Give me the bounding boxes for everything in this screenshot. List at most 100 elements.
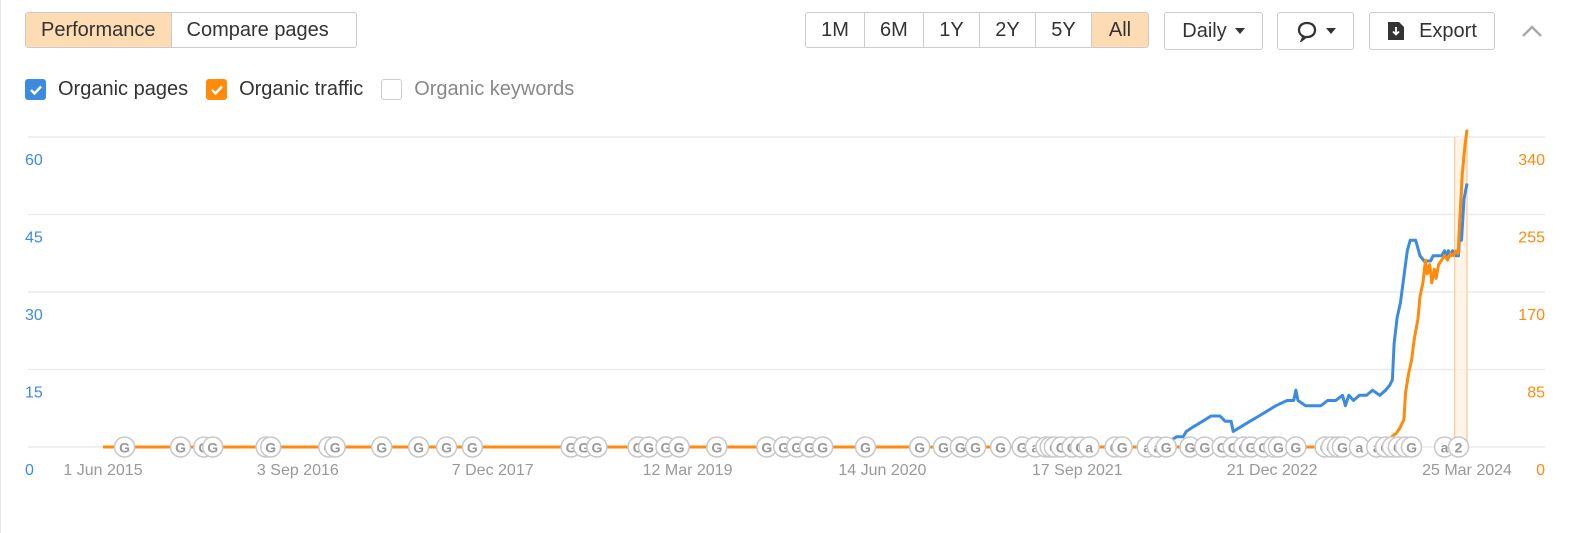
annotation-marker: G bbox=[324, 436, 346, 458]
marker-label: G bbox=[376, 440, 387, 456]
marker-circle bbox=[1061, 436, 1083, 458]
marker-circle bbox=[1331, 436, 1354, 458]
marker-circle bbox=[786, 436, 808, 458]
annotation-marker: G bbox=[798, 436, 821, 458]
chevron-up-icon[interactable] bbox=[1520, 20, 1544, 40]
annotation-marker: G bbox=[461, 436, 484, 458]
marker-circle bbox=[627, 436, 649, 458]
marker-label: G bbox=[778, 440, 789, 456]
marker-label: a bbox=[1031, 440, 1039, 456]
marker-label: G bbox=[175, 440, 186, 456]
marker-label: a bbox=[1356, 440, 1364, 456]
series-line-organic-pages bbox=[1159, 183, 1469, 449]
y-left-tick-label: 30 bbox=[25, 307, 43, 324]
annotation-marker: G bbox=[1394, 436, 1417, 458]
marker-label: G bbox=[578, 440, 589, 456]
marker-label: a bbox=[1153, 440, 1161, 456]
marker-label: G bbox=[566, 440, 577, 456]
checkbox-checked[interactable] bbox=[206, 79, 228, 100]
marker-label: 2 bbox=[1455, 440, 1463, 456]
range-6m-button[interactable]: 6M bbox=[864, 13, 924, 47]
highlight-range bbox=[1453, 137, 1468, 447]
legend-organic-traffic[interactable]: Organic traffic bbox=[206, 78, 363, 101]
annotation-marker: G bbox=[318, 436, 340, 458]
marker-label: G bbox=[955, 440, 966, 456]
annotation-marker: G bbox=[1381, 436, 1404, 458]
marker-label: G bbox=[1067, 440, 1078, 456]
marker-label: G bbox=[817, 440, 828, 456]
annotation-marker: G bbox=[560, 436, 582, 458]
marker-label: G bbox=[261, 440, 272, 456]
view-switch: Performance Compare pages bbox=[25, 12, 357, 48]
annotation-marker: G bbox=[169, 436, 192, 458]
marker-circle bbox=[259, 436, 282, 458]
marker-circle bbox=[908, 436, 931, 458]
marker-label: G bbox=[1326, 440, 1337, 456]
range-1y-button[interactable]: 1Y bbox=[923, 13, 980, 47]
marker-circle bbox=[1394, 436, 1417, 458]
range-2y-button[interactable]: 2Y bbox=[979, 13, 1036, 47]
marker-circle bbox=[1069, 436, 1092, 458]
x-tick-label: 12 Mar 2019 bbox=[643, 462, 733, 479]
annotation-marker: G bbox=[586, 436, 608, 458]
marker-label: G bbox=[1290, 440, 1301, 456]
marker-circle bbox=[668, 436, 690, 458]
marker-circle bbox=[811, 436, 834, 458]
checkbox-checked[interactable] bbox=[25, 79, 46, 100]
y-right-tick-label: 340 bbox=[1518, 152, 1545, 169]
marker-label: G bbox=[413, 440, 424, 456]
marker-circle bbox=[1400, 436, 1423, 458]
marker-label: G bbox=[1246, 440, 1257, 456]
y-right-tick-label: 85 bbox=[1527, 385, 1545, 402]
marker-label: G bbox=[323, 440, 334, 456]
annotation-marker: G bbox=[1263, 436, 1285, 458]
marker-circle bbox=[1078, 436, 1100, 458]
marker-circle bbox=[1136, 436, 1158, 458]
tab-compare-pages[interactable]: Compare pages bbox=[171, 13, 344, 47]
marker-label: G bbox=[674, 440, 685, 456]
marker-label: G bbox=[970, 440, 981, 456]
annotation-marker: G bbox=[1314, 436, 1336, 458]
x-axis: 1 Jun 2015 3 Sep 2016 7 Dec 2017 12 Mar 201… bbox=[63, 462, 1512, 479]
marker-label: G bbox=[119, 440, 130, 456]
marker-label: G bbox=[995, 440, 1006, 456]
annotation-marker: G bbox=[637, 436, 660, 458]
annotation-marker: G bbox=[113, 436, 136, 458]
marker-circle bbox=[655, 436, 677, 458]
marker-label: G bbox=[1056, 440, 1067, 456]
range-all-button[interactable]: All bbox=[1091, 13, 1148, 47]
marker-label: G bbox=[860, 440, 871, 456]
range-1m-button[interactable]: 1M bbox=[806, 13, 865, 47]
legend-organic-keywords[interactable]: Organic keywords bbox=[381, 78, 574, 101]
annotation-marker: G bbox=[1222, 436, 1244, 458]
annotation-marker: G bbox=[573, 436, 595, 458]
checkmark-icon bbox=[29, 85, 42, 95]
marker-circle bbox=[798, 436, 821, 458]
marker-label: G bbox=[914, 440, 925, 456]
marker-label: G bbox=[1017, 440, 1028, 456]
annotation-marker: G bbox=[932, 436, 955, 458]
export-button[interactable]: Export bbox=[1369, 12, 1495, 50]
marker-circle bbox=[169, 436, 192, 458]
annotation-marker: G bbox=[1043, 436, 1066, 458]
y-axis-right: 0 85 170 255 340 bbox=[1518, 152, 1545, 479]
marker-label: G bbox=[661, 440, 672, 456]
legend-label: Organic traffic bbox=[239, 78, 364, 100]
checkmark-icon bbox=[210, 85, 223, 95]
annotation-marker: G bbox=[1240, 436, 1262, 458]
marker-label: G bbox=[1320, 440, 1331, 456]
range-5y-button[interactable]: 5Y bbox=[1035, 13, 1092, 47]
annotation-marker: G bbox=[1194, 436, 1216, 458]
annotation-marker: a bbox=[1146, 436, 1169, 458]
legend-organic-pages[interactable]: Organic pages bbox=[25, 78, 188, 101]
tab-performance[interactable]: Performance bbox=[26, 13, 172, 47]
annotations-dropdown[interactable] bbox=[1277, 12, 1354, 50]
marker-circle bbox=[1447, 436, 1470, 458]
chart-legend: Organic pages Organic traffic Organic ke… bbox=[25, 78, 592, 101]
checkbox-unchecked[interactable] bbox=[381, 79, 403, 100]
interval-dropdown[interactable]: Daily bbox=[1164, 12, 1263, 50]
annotation-marker: G bbox=[1387, 436, 1410, 458]
highlight-band bbox=[1454, 137, 1467, 447]
marker-label: G bbox=[207, 440, 218, 456]
caret-down-icon bbox=[1325, 28, 1336, 34]
